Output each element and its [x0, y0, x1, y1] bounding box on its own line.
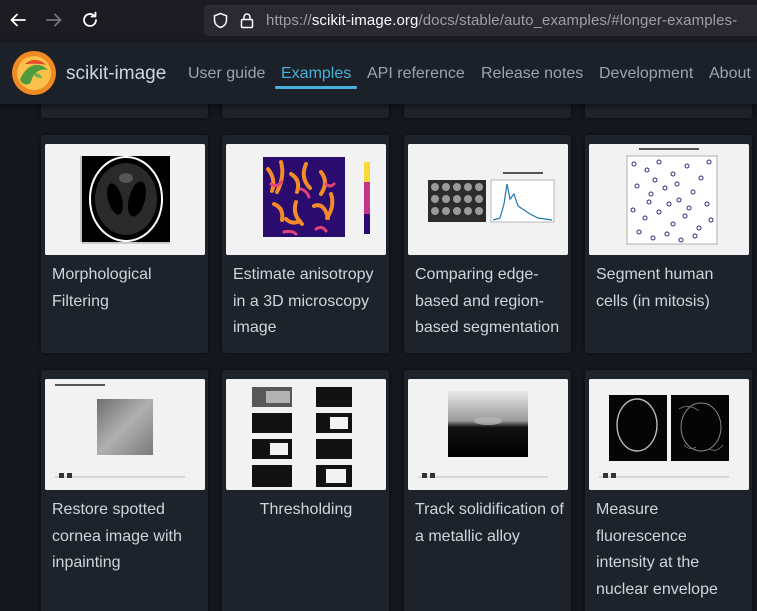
gallery-card-track-solidification[interactable]: Track solidification of a metallic alloy	[404, 370, 571, 611]
gallery-card-partial[interactable]	[585, 104, 752, 118]
thumbnail-image	[408, 379, 568, 490]
gallery: Morphological Filtering Estimate anisotr…	[0, 104, 757, 611]
card-title[interactable]: Thresholding	[226, 497, 386, 524]
nav-examples[interactable]: Examples	[281, 65, 351, 83]
forward-icon[interactable]	[43, 9, 65, 31]
lock-icon[interactable]	[239, 12, 255, 34]
url-text[interactable]: https://scikit-image.org/docs/stable/aut…	[266, 12, 737, 29]
scikit-image-logo[interactable]	[11, 50, 57, 96]
nav-release-notes[interactable]: Release notes	[481, 65, 583, 83]
gallery-card-thresholding[interactable]: Thresholding	[222, 370, 389, 611]
thumbnail-image	[408, 144, 568, 255]
card-title[interactable]: Restore spotted cornea image with inpain…	[52, 497, 202, 577]
card-title[interactable]: Estimate anisotropy in a 3D microscopy i…	[233, 262, 383, 342]
gallery-card-edge-region-segmentation[interactable]: Comparing edge-based and region-based se…	[404, 135, 571, 353]
card-title[interactable]: Comparing edge-based and region-based se…	[415, 262, 565, 342]
nav-development[interactable]: Development	[599, 65, 693, 83]
gallery-card-segment-human-cells[interactable]: Segment human cells (in mitosis)	[585, 135, 752, 353]
gallery-card-morphological-filtering[interactable]: Morphological Filtering	[41, 135, 208, 353]
site-header: scikit-image User guide Examples API ref…	[0, 42, 757, 104]
card-title[interactable]: Morphological Filtering	[52, 262, 202, 315]
thumbnail-image	[226, 379, 386, 490]
thumbnail-image	[45, 379, 205, 490]
thumbnail-image	[589, 379, 749, 490]
gallery-card-measure-fluorescence[interactable]: Measure fluorescence intensity at the nu…	[585, 370, 752, 611]
card-title[interactable]: Track solidification of a metallic alloy	[415, 497, 565, 550]
active-nav-indicator	[275, 86, 357, 89]
site-name[interactable]: scikit-image	[66, 63, 166, 85]
thumbnail-image	[226, 144, 386, 255]
gallery-card-estimate-anisotropy[interactable]: Estimate anisotropy in a 3D microscopy i…	[222, 135, 389, 353]
address-bar[interactable]: https://scikit-image.org/docs/stable/aut…	[204, 5, 757, 36]
back-icon[interactable]	[7, 9, 29, 31]
reload-icon[interactable]	[79, 9, 101, 31]
card-title[interactable]: Segment human cells (in mitosis)	[596, 262, 746, 315]
gallery-card-restore-cornea[interactable]: Restore spotted cornea image with inpain…	[41, 370, 208, 611]
nav-api-reference[interactable]: API reference	[367, 65, 465, 83]
browser-toolbar: https://scikit-image.org/docs/stable/aut…	[0, 0, 757, 42]
nav-user-guide[interactable]: User guide	[188, 65, 265, 83]
shield-icon[interactable]	[212, 12, 229, 34]
gallery-card-partial[interactable]	[41, 104, 208, 118]
thumbnail-image	[45, 144, 205, 255]
thumbnail-image	[589, 144, 749, 255]
card-title[interactable]: Measure fluorescence intensity at the nu…	[596, 497, 746, 603]
gallery-card-partial[interactable]	[222, 104, 389, 118]
nav-about[interactable]: About	[709, 65, 751, 83]
gallery-card-partial[interactable]	[404, 104, 571, 118]
